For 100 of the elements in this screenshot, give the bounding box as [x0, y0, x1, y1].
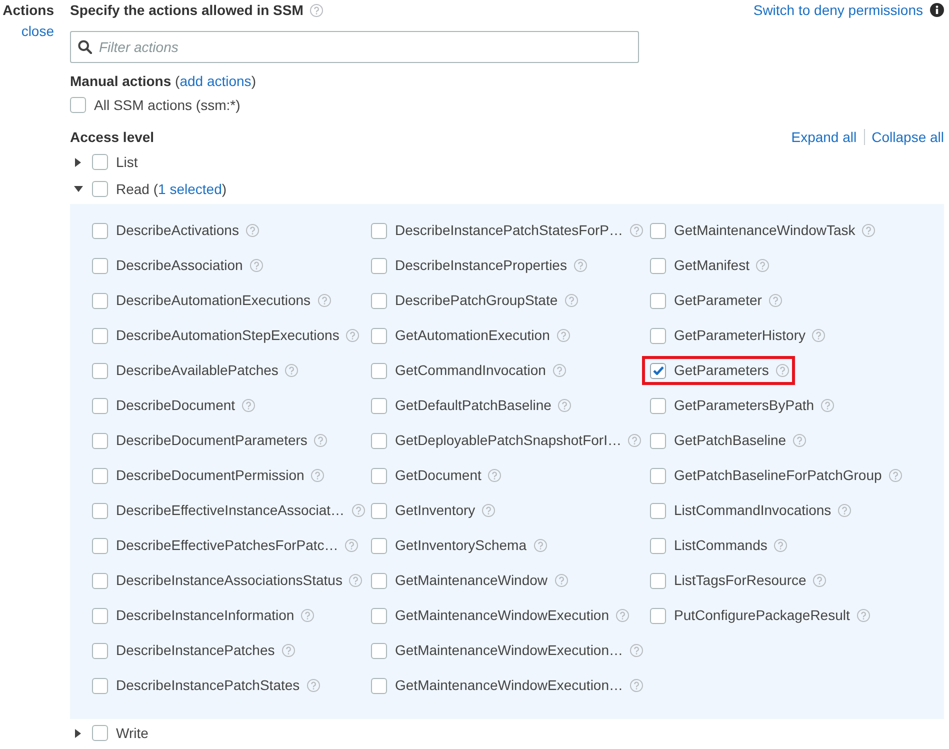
help-icon[interactable]	[352, 504, 365, 517]
help-icon[interactable]	[301, 609, 314, 622]
caret-down-icon[interactable]	[74, 186, 82, 192]
help-icon[interactable]	[554, 574, 568, 587]
help-icon[interactable]	[488, 469, 502, 482]
checkbox[interactable]	[371, 222, 387, 238]
help-icon[interactable]	[306, 679, 320, 692]
checkbox[interactable]	[92, 725, 108, 741]
checkbox[interactable]	[92, 572, 108, 588]
action-label: DescribeInstancePatchStates	[116, 676, 300, 695]
collapse-all-link[interactable]: Collapse all	[872, 126, 944, 148]
help-icon[interactable]	[558, 399, 572, 412]
checkbox[interactable]	[650, 608, 666, 624]
help-icon[interactable]	[768, 294, 782, 307]
help-icon[interactable]	[552, 364, 566, 377]
caret-right-icon[interactable]	[75, 728, 81, 738]
checkbox[interactable]	[92, 642, 108, 658]
checkbox[interactable]	[92, 362, 108, 378]
help-icon[interactable]	[349, 574, 362, 587]
help-icon[interactable]	[812, 329, 826, 342]
close-link[interactable]: close	[21, 21, 54, 41]
checkbox[interactable]	[371, 572, 387, 588]
action-label: GetDefaultPatchBaseline	[395, 396, 552, 415]
expand-all-link[interactable]: Expand all	[791, 126, 857, 148]
help-icon[interactable]	[556, 329, 570, 342]
checkbox[interactable]	[371, 362, 387, 378]
help-icon[interactable]	[774, 539, 788, 552]
checkbox[interactable]	[650, 362, 666, 378]
help-icon[interactable]	[311, 469, 324, 482]
checkbox[interactable]	[70, 97, 86, 113]
checkbox[interactable]	[92, 154, 108, 170]
help-icon[interactable]	[482, 504, 496, 517]
help-icon[interactable]	[813, 574, 826, 587]
help-icon[interactable]	[630, 644, 644, 657]
checkbox[interactable]	[371, 328, 387, 344]
checkbox[interactable]	[650, 328, 666, 344]
action-label: GetAutomationExecution	[395, 326, 550, 345]
checkbox[interactable]	[371, 432, 387, 448]
checkbox[interactable]	[371, 468, 387, 484]
checkbox[interactable]	[650, 468, 666, 484]
checkbox[interactable]	[92, 258, 108, 274]
help-icon[interactable]	[574, 259, 587, 272]
help-icon[interactable]	[793, 434, 806, 447]
checkbox[interactable]	[371, 398, 387, 414]
help-icon[interactable]	[776, 364, 789, 377]
checkbox[interactable]	[650, 222, 666, 238]
help-icon[interactable]	[285, 364, 298, 377]
help-icon[interactable]	[862, 224, 876, 237]
checkbox[interactable]	[92, 328, 108, 344]
help-icon[interactable]	[838, 504, 852, 517]
checkbox[interactable]	[650, 502, 666, 518]
checkbox[interactable]	[650, 572, 666, 588]
help-icon[interactable]	[756, 259, 770, 272]
checkbox[interactable]	[371, 502, 387, 518]
checkbox[interactable]	[92, 468, 108, 484]
checkbox[interactable]	[92, 538, 108, 554]
help-icon[interactable]	[246, 224, 259, 237]
help-icon[interactable]	[564, 294, 578, 307]
checkbox[interactable]	[650, 398, 666, 414]
checkbox[interactable]	[92, 502, 108, 518]
checkbox[interactable]	[371, 538, 387, 554]
checkbox[interactable]	[371, 678, 387, 694]
checkbox[interactable]	[92, 678, 108, 694]
help-icon[interactable]	[346, 329, 360, 342]
filter-field[interactable]: Filter actions	[70, 31, 639, 63]
switch-permissions-link[interactable]: Switch to deny permissions	[753, 0, 923, 20]
checkbox[interactable]	[92, 608, 108, 624]
checkbox[interactable]	[650, 258, 666, 274]
checkbox[interactable]	[371, 258, 387, 274]
checkbox[interactable]	[92, 181, 108, 197]
help-icon[interactable]	[242, 399, 256, 412]
help-icon[interactable]	[821, 399, 834, 412]
help-icon[interactable]	[628, 434, 642, 447]
help-icon[interactable]	[616, 609, 630, 622]
help-icon[interactable]	[856, 609, 870, 622]
checkbox[interactable]	[92, 432, 108, 448]
checkbox[interactable]	[371, 292, 387, 308]
help-icon[interactable]	[534, 539, 547, 552]
help-icon[interactable]	[314, 434, 328, 447]
add-actions-link[interactable]: add actions	[180, 72, 252, 88]
checkbox[interactable]	[371, 608, 387, 624]
checkbox[interactable]	[92, 292, 108, 308]
action-label: GetParameter	[674, 291, 762, 310]
help-icon[interactable]	[250, 259, 263, 272]
help-icon[interactable]	[888, 469, 902, 482]
checkbox[interactable]	[650, 432, 666, 448]
selected-count-link[interactable]: 1 selected	[158, 180, 222, 196]
help-icon[interactable]	[345, 539, 358, 552]
help-icon[interactable]	[318, 294, 331, 307]
help-icon[interactable]	[310, 4, 324, 16]
checkbox[interactable]	[650, 292, 666, 308]
checkbox[interactable]	[371, 642, 387, 658]
help-icon[interactable]	[630, 679, 644, 692]
info-icon[interactable]	[930, 3, 944, 17]
checkbox[interactable]	[92, 222, 108, 238]
caret-right-icon[interactable]	[75, 158, 81, 166]
help-icon[interactable]	[630, 224, 643, 237]
checkbox[interactable]	[650, 538, 666, 554]
help-icon[interactable]	[282, 644, 295, 657]
checkbox[interactable]	[92, 398, 108, 414]
